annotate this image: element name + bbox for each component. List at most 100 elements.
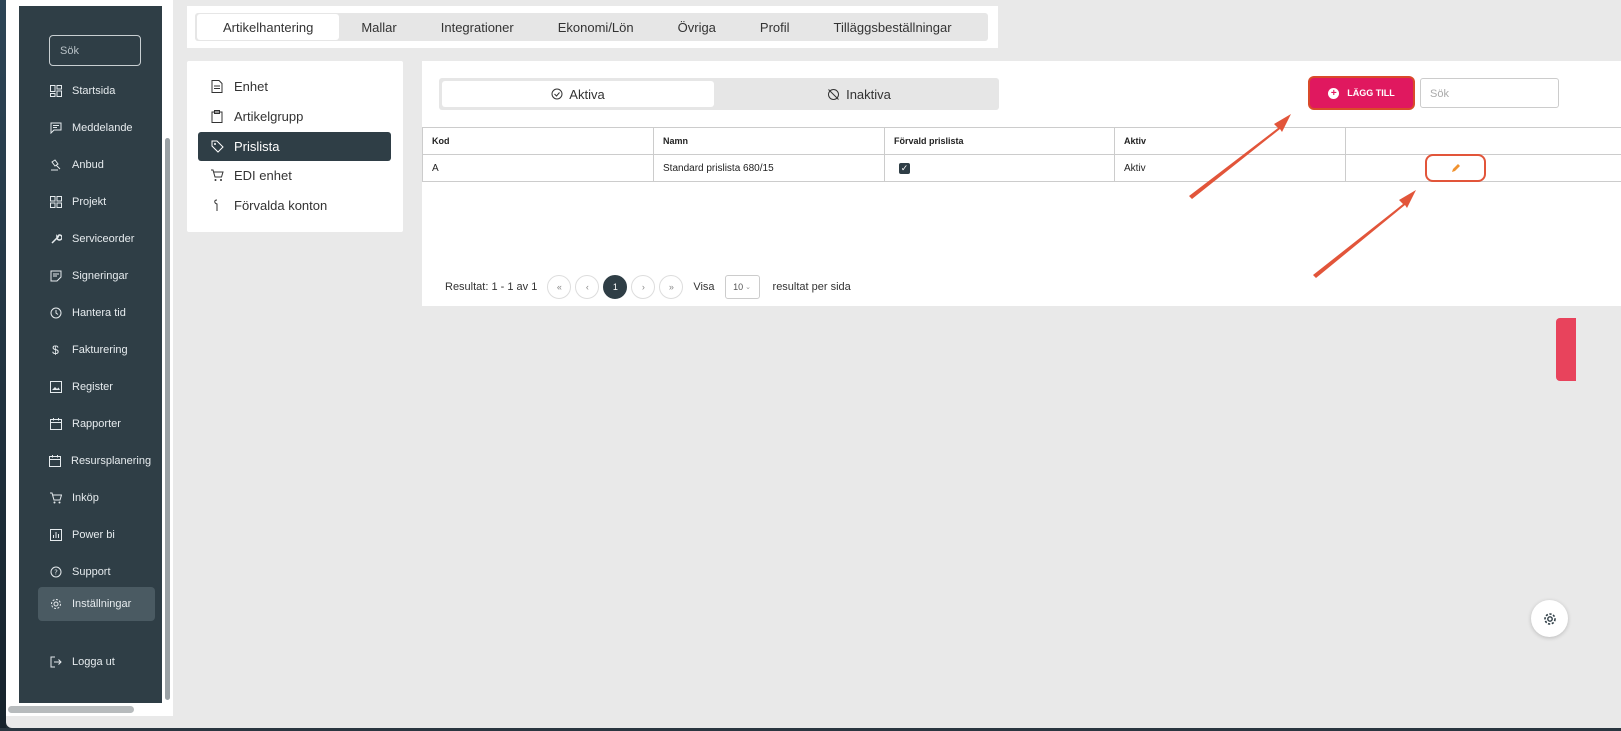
sidebar-item-label: Signeringar (72, 270, 129, 282)
settings-tabs-bar: Artikelhantering Mallar Integrationer Ek… (187, 6, 998, 48)
submenu-label: Enhet (234, 79, 268, 94)
cart-icon (49, 492, 62, 505)
add-button[interactable]: + LÄGG TILL (1310, 78, 1413, 108)
table-header: Kod Namn Förvald prislista Aktiv (422, 128, 1621, 155)
last-page-button[interactable]: » (659, 275, 684, 299)
page-1-button[interactable]: 1 (603, 275, 628, 299)
sidebar-item-label: Anbud (72, 159, 104, 171)
default-checkbox[interactable]: ✓ (899, 162, 910, 174)
toggle-aktiva[interactable]: Aktiva (442, 81, 714, 107)
submenu-label: Prislista (234, 139, 280, 154)
sidebar: Sök Startsida Meddelande Anbud Projekt S… (19, 6, 162, 703)
column-header-actions (1346, 128, 1621, 154)
dollar-icon: $ (52, 343, 59, 357)
sidebar-item-fakturering[interactable]: $ Fakturering (32, 333, 149, 367)
pencil-icon (1450, 162, 1462, 174)
submenu-label: Förvalda konton (234, 198, 328, 213)
cell-kod: A (422, 155, 654, 181)
logout-button[interactable]: Logga ut (32, 645, 149, 679)
submenu-item-edi-enhet[interactable]: EDI enhet (198, 161, 391, 190)
gear-icon (49, 598, 62, 611)
sidebar-item-inkop[interactable]: Inköp (32, 481, 149, 515)
sidebar-search-input[interactable]: Sök (49, 35, 141, 66)
result-count: Resultat: 1 - 1 av 1 (445, 281, 538, 293)
sidebar-item-startsida[interactable]: Startsida (32, 74, 149, 108)
gavel-icon (49, 159, 62, 172)
per-page-value: 10 (733, 282, 744, 292)
column-header-forvald-prislista[interactable]: Förvald prislista (885, 128, 1115, 154)
help-icon: ? (49, 566, 62, 579)
gear-icon (1543, 612, 1557, 626)
chart-icon (49, 529, 62, 542)
active-inactive-toggle: Aktiva Inaktiva (439, 78, 999, 110)
submenu-item-artikelgrupp[interactable]: Artikelgrupp (198, 102, 391, 131)
toggle-inaktiva-label: Inaktiva (846, 86, 891, 102)
horizontal-scrollbar[interactable] (8, 706, 134, 713)
sidebar-item-power-bi[interactable]: Power bi (32, 518, 149, 552)
sign-icon (49, 270, 62, 283)
hook-icon (210, 199, 224, 213)
price-list-panel: Aktiva Inaktiva + LÄGG TILL Sök Kod Namn… (422, 61, 1621, 306)
column-header-aktiv[interactable]: Aktiv (1115, 128, 1346, 154)
column-header-kod[interactable]: Kod (422, 128, 654, 154)
submenu-item-forvalda-konton[interactable]: Förvalda konton (198, 191, 391, 220)
floating-settings-button[interactable] (1531, 600, 1568, 637)
sidebar-item-signeringar[interactable]: Signeringar (32, 259, 149, 293)
per-page-select[interactable]: 10 ⌄ (724, 275, 760, 299)
check-circle-icon (551, 88, 563, 100)
svg-text:?: ? (54, 569, 58, 577)
sidebar-item-meddelande[interactable]: Meddelande (32, 111, 149, 145)
tab-mallar[interactable]: Mallar (339, 14, 418, 40)
sidebar-item-serviceorder[interactable]: Serviceorder (32, 222, 149, 256)
sidebar-item-label: Projekt (72, 196, 107, 208)
tab-tillaggsbestallningar[interactable]: Tilläggsbeställningar (812, 14, 974, 40)
logout-label: Logga ut (72, 656, 115, 668)
tab-integrationer[interactable]: Integrationer (419, 14, 536, 40)
tab-artikelhantering[interactable]: Artikelhantering (197, 14, 340, 40)
document-icon (210, 80, 224, 94)
prev-page-button[interactable]: ‹ (575, 275, 600, 299)
message-icon (49, 122, 62, 135)
sidebar-item-resursplanering[interactable]: Resursplanering (32, 444, 152, 478)
next-page-button[interactable]: › (631, 275, 656, 299)
sidebar-item-label: Resursplanering (71, 455, 152, 467)
sidebar-item-installningar[interactable]: Inställningar (38, 587, 155, 621)
logout-icon (49, 656, 62, 669)
calendar-icon (49, 455, 61, 468)
sidebar-item-rapporter[interactable]: Rapporter (32, 407, 149, 441)
feedback-tab[interactable] (1556, 318, 1576, 381)
tab-ekonomi-lon[interactable]: Ekonomi/Lön (536, 14, 656, 40)
sidebar-item-register[interactable]: Register (32, 370, 149, 404)
cell-namn: Standard prislista 680/15 (654, 155, 885, 181)
tab-ovriga[interactable]: Övriga (656, 14, 738, 40)
sidebar-scrollbar[interactable] (165, 138, 170, 700)
submenu-item-prislista[interactable]: Prislista (198, 132, 391, 161)
image-icon (49, 381, 62, 394)
sidebar-item-anbud[interactable]: Anbud (32, 148, 149, 182)
sidebar-item-label: Inställningar (72, 598, 132, 610)
submenu-label: Artikelgrupp (234, 109, 304, 124)
submenu-label: EDI enhet (234, 168, 292, 183)
search-input[interactable]: Sök (1420, 78, 1559, 108)
chevron-down-icon: ⌄ (745, 284, 751, 291)
column-header-namn[interactable]: Namn (654, 128, 885, 154)
toggle-inaktiva[interactable]: Inaktiva (723, 81, 995, 107)
show-label: Visa (693, 281, 715, 293)
sidebar-item-hantera-tid[interactable]: Hantera tid (32, 296, 149, 330)
edit-button[interactable] (1425, 154, 1486, 182)
sidebar-item-projekt[interactable]: Projekt (32, 185, 149, 219)
sidebar-item-label: Meddelande (72, 122, 133, 134)
submenu-item-enhet[interactable]: Enhet (198, 72, 391, 101)
add-button-label: LÄGG TILL (1347, 88, 1395, 98)
sidebar-container: Sök Startsida Meddelande Anbud Projekt S… (6, 0, 173, 716)
app-window: Sök Startsida Meddelande Anbud Projekt S… (6, 0, 1621, 728)
sidebar-item-label: Fakturering (72, 344, 128, 356)
tab-profil[interactable]: Profil (738, 14, 812, 40)
clock-icon (49, 307, 62, 320)
calendar-icon (49, 418, 62, 431)
article-submenu: Enhet Artikelgrupp Prislista EDI enhet F… (187, 61, 403, 232)
pagination: Resultat: 1 - 1 av 1 « ‹ 1 › » Visa 10 ⌄… (445, 274, 851, 300)
first-page-button[interactable]: « (547, 275, 572, 299)
sidebar-item-support[interactable]: ? Support (32, 555, 149, 589)
sidebar-item-label: Support (72, 566, 111, 578)
